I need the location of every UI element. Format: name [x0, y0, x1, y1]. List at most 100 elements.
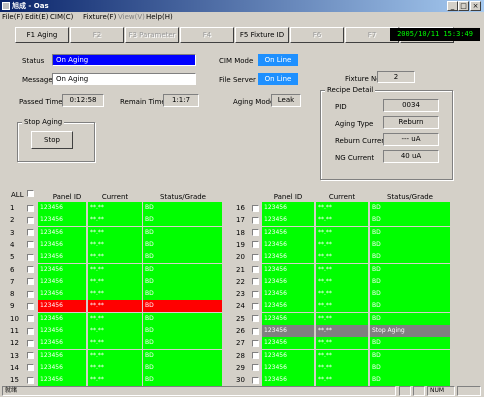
row-number: 20: [236, 253, 245, 262]
status-grade-cell: BD: [143, 361, 222, 374]
row-number: 24: [236, 302, 245, 311]
row-checkbox[interactable]: [252, 229, 259, 237]
function-key-f4[interactable]: F4: [180, 27, 234, 43]
row-checkbox[interactable]: [252, 204, 259, 212]
all-label: ALL: [11, 191, 24, 199]
row-checkbox[interactable]: [27, 266, 34, 273]
remain-time-label: Remain Time: [120, 98, 166, 106]
current-cell: **.**: [316, 275, 368, 288]
row-checkbox[interactable]: [252, 266, 259, 273]
menu-item-0[interactable]: File(F): [2, 13, 23, 21]
row-checkbox[interactable]: [252, 278, 259, 286]
ng-current-label: NG Current: [335, 154, 375, 162]
row-checkbox[interactable]: [252, 315, 259, 323]
panel-id-cell: 123456: [38, 337, 86, 350]
row-checkbox[interactable]: [27, 364, 34, 372]
row-checkbox[interactable]: [252, 216, 259, 224]
function-key-f3[interactable]: F3 Parameter: [125, 27, 179, 43]
panel-id-cell: 123456: [38, 275, 86, 288]
header-status-left: Status/Grade: [159, 193, 206, 201]
status-grade-cell: BD: [143, 312, 222, 325]
function-key-f6[interactable]: F6: [290, 27, 344, 43]
row-number: 17: [236, 216, 245, 225]
maximize-button[interactable]: □: [458, 1, 469, 11]
row-checkbox[interactable]: [252, 352, 259, 360]
stop-button[interactable]: Stop: [31, 131, 73, 149]
row-checkbox[interactable]: [27, 241, 34, 249]
status-bar-num: NUM: [427, 386, 455, 396]
row-number: 27: [236, 339, 245, 348]
status-grade-cell: BD: [370, 300, 450, 313]
row-number: 29: [236, 363, 245, 372]
menu-item-5[interactable]: Help(H): [146, 13, 173, 21]
status-grade-cell: BD: [370, 202, 450, 214]
row-checkbox[interactable]: [252, 327, 259, 335]
row-number: 15: [10, 376, 19, 385]
current-cell: **.**: [316, 349, 368, 362]
function-key-f5[interactable]: F5 Fixture ID: [235, 27, 289, 43]
file-server-indicator: On Line: [258, 73, 298, 85]
current-cell: **.**: [316, 214, 368, 227]
clock-display: 2005/10/11 15:3:49: [390, 28, 480, 41]
row-checkbox[interactable]: [27, 327, 34, 335]
row-checkbox[interactable]: [27, 278, 34, 286]
menu-item-1[interactable]: Edit(E): [25, 13, 48, 21]
current-cell: **.**: [316, 300, 368, 313]
window-title: 旭成 - Oas: [12, 2, 49, 10]
menu-item-2[interactable]: CIM(C): [50, 13, 73, 21]
panel-id-cell: 123456: [38, 300, 86, 313]
row-checkbox[interactable]: [27, 376, 34, 384]
close-button[interactable]: ×: [470, 1, 481, 11]
title-bar[interactable]: 旭成 - Oas _ □ ×: [0, 0, 484, 12]
panel-id-cell: 123456: [38, 312, 86, 325]
row-number: 4: [10, 240, 15, 249]
row-checkbox[interactable]: [27, 204, 34, 212]
minimize-button[interactable]: _: [447, 1, 458, 11]
row-checkbox[interactable]: [252, 364, 259, 372]
current-cell: **.**: [316, 325, 368, 337]
row-checkbox[interactable]: [252, 241, 259, 249]
menu-item-3[interactable]: Fixture(F): [83, 13, 116, 21]
current-cell: **.**: [88, 349, 142, 362]
row-checkbox[interactable]: [27, 315, 34, 323]
row-checkbox[interactable]: [27, 253, 34, 261]
status-bar-pane-2: [413, 386, 425, 396]
current-cell: **.**: [316, 238, 368, 251]
panel-id-cell: 123456: [262, 312, 314, 325]
status-field: On Aging: [52, 54, 196, 66]
row-checkbox[interactable]: [27, 339, 34, 347]
function-key-f2[interactable]: F2: [70, 27, 124, 43]
panel-id-cell: 123456: [38, 226, 86, 239]
row-checkbox[interactable]: [252, 339, 259, 347]
row-checkbox[interactable]: [252, 253, 259, 261]
header-panel-id-right: Panel ID: [273, 193, 303, 201]
panel-id-cell: 123456: [262, 288, 314, 301]
row-number: 30: [236, 376, 245, 385]
app-icon[interactable]: [2, 2, 10, 10]
row-checkbox[interactable]: [27, 352, 34, 360]
current-cell: **.**: [316, 226, 368, 239]
function-key-f1[interactable]: F1 Aging: [15, 27, 69, 43]
row-number: 3: [10, 228, 15, 237]
row-checkbox[interactable]: [27, 290, 34, 298]
status-grade-cell: BD: [143, 275, 222, 288]
row-number: 18: [236, 228, 245, 237]
row-number: 28: [236, 351, 245, 360]
message-label: Message: [22, 76, 53, 84]
row-number: 21: [236, 265, 245, 274]
row-checkbox[interactable]: [27, 216, 34, 224]
row-checkbox[interactable]: [252, 376, 259, 384]
row-number: 7: [10, 277, 15, 286]
panel-id-cell: 123456: [262, 263, 314, 276]
status-grade-cell: BD: [143, 238, 222, 251]
panel-id-cell: 123456: [38, 361, 86, 374]
row-checkbox[interactable]: [252, 290, 259, 298]
all-checkbox[interactable]: [27, 190, 34, 197]
row-checkbox[interactable]: [252, 302, 259, 310]
row-checkbox[interactable]: [27, 302, 34, 310]
main-window: 旭成 - Oas _ □ × File(F) Edit(E) CIM(C) Fixtu…: [0, 0, 484, 397]
row-number: 26: [236, 327, 245, 335]
status-bar-message: 就绪: [2, 386, 396, 396]
recipe-detail-title: Recipe Detail: [325, 86, 376, 94]
row-checkbox[interactable]: [27, 229, 34, 237]
